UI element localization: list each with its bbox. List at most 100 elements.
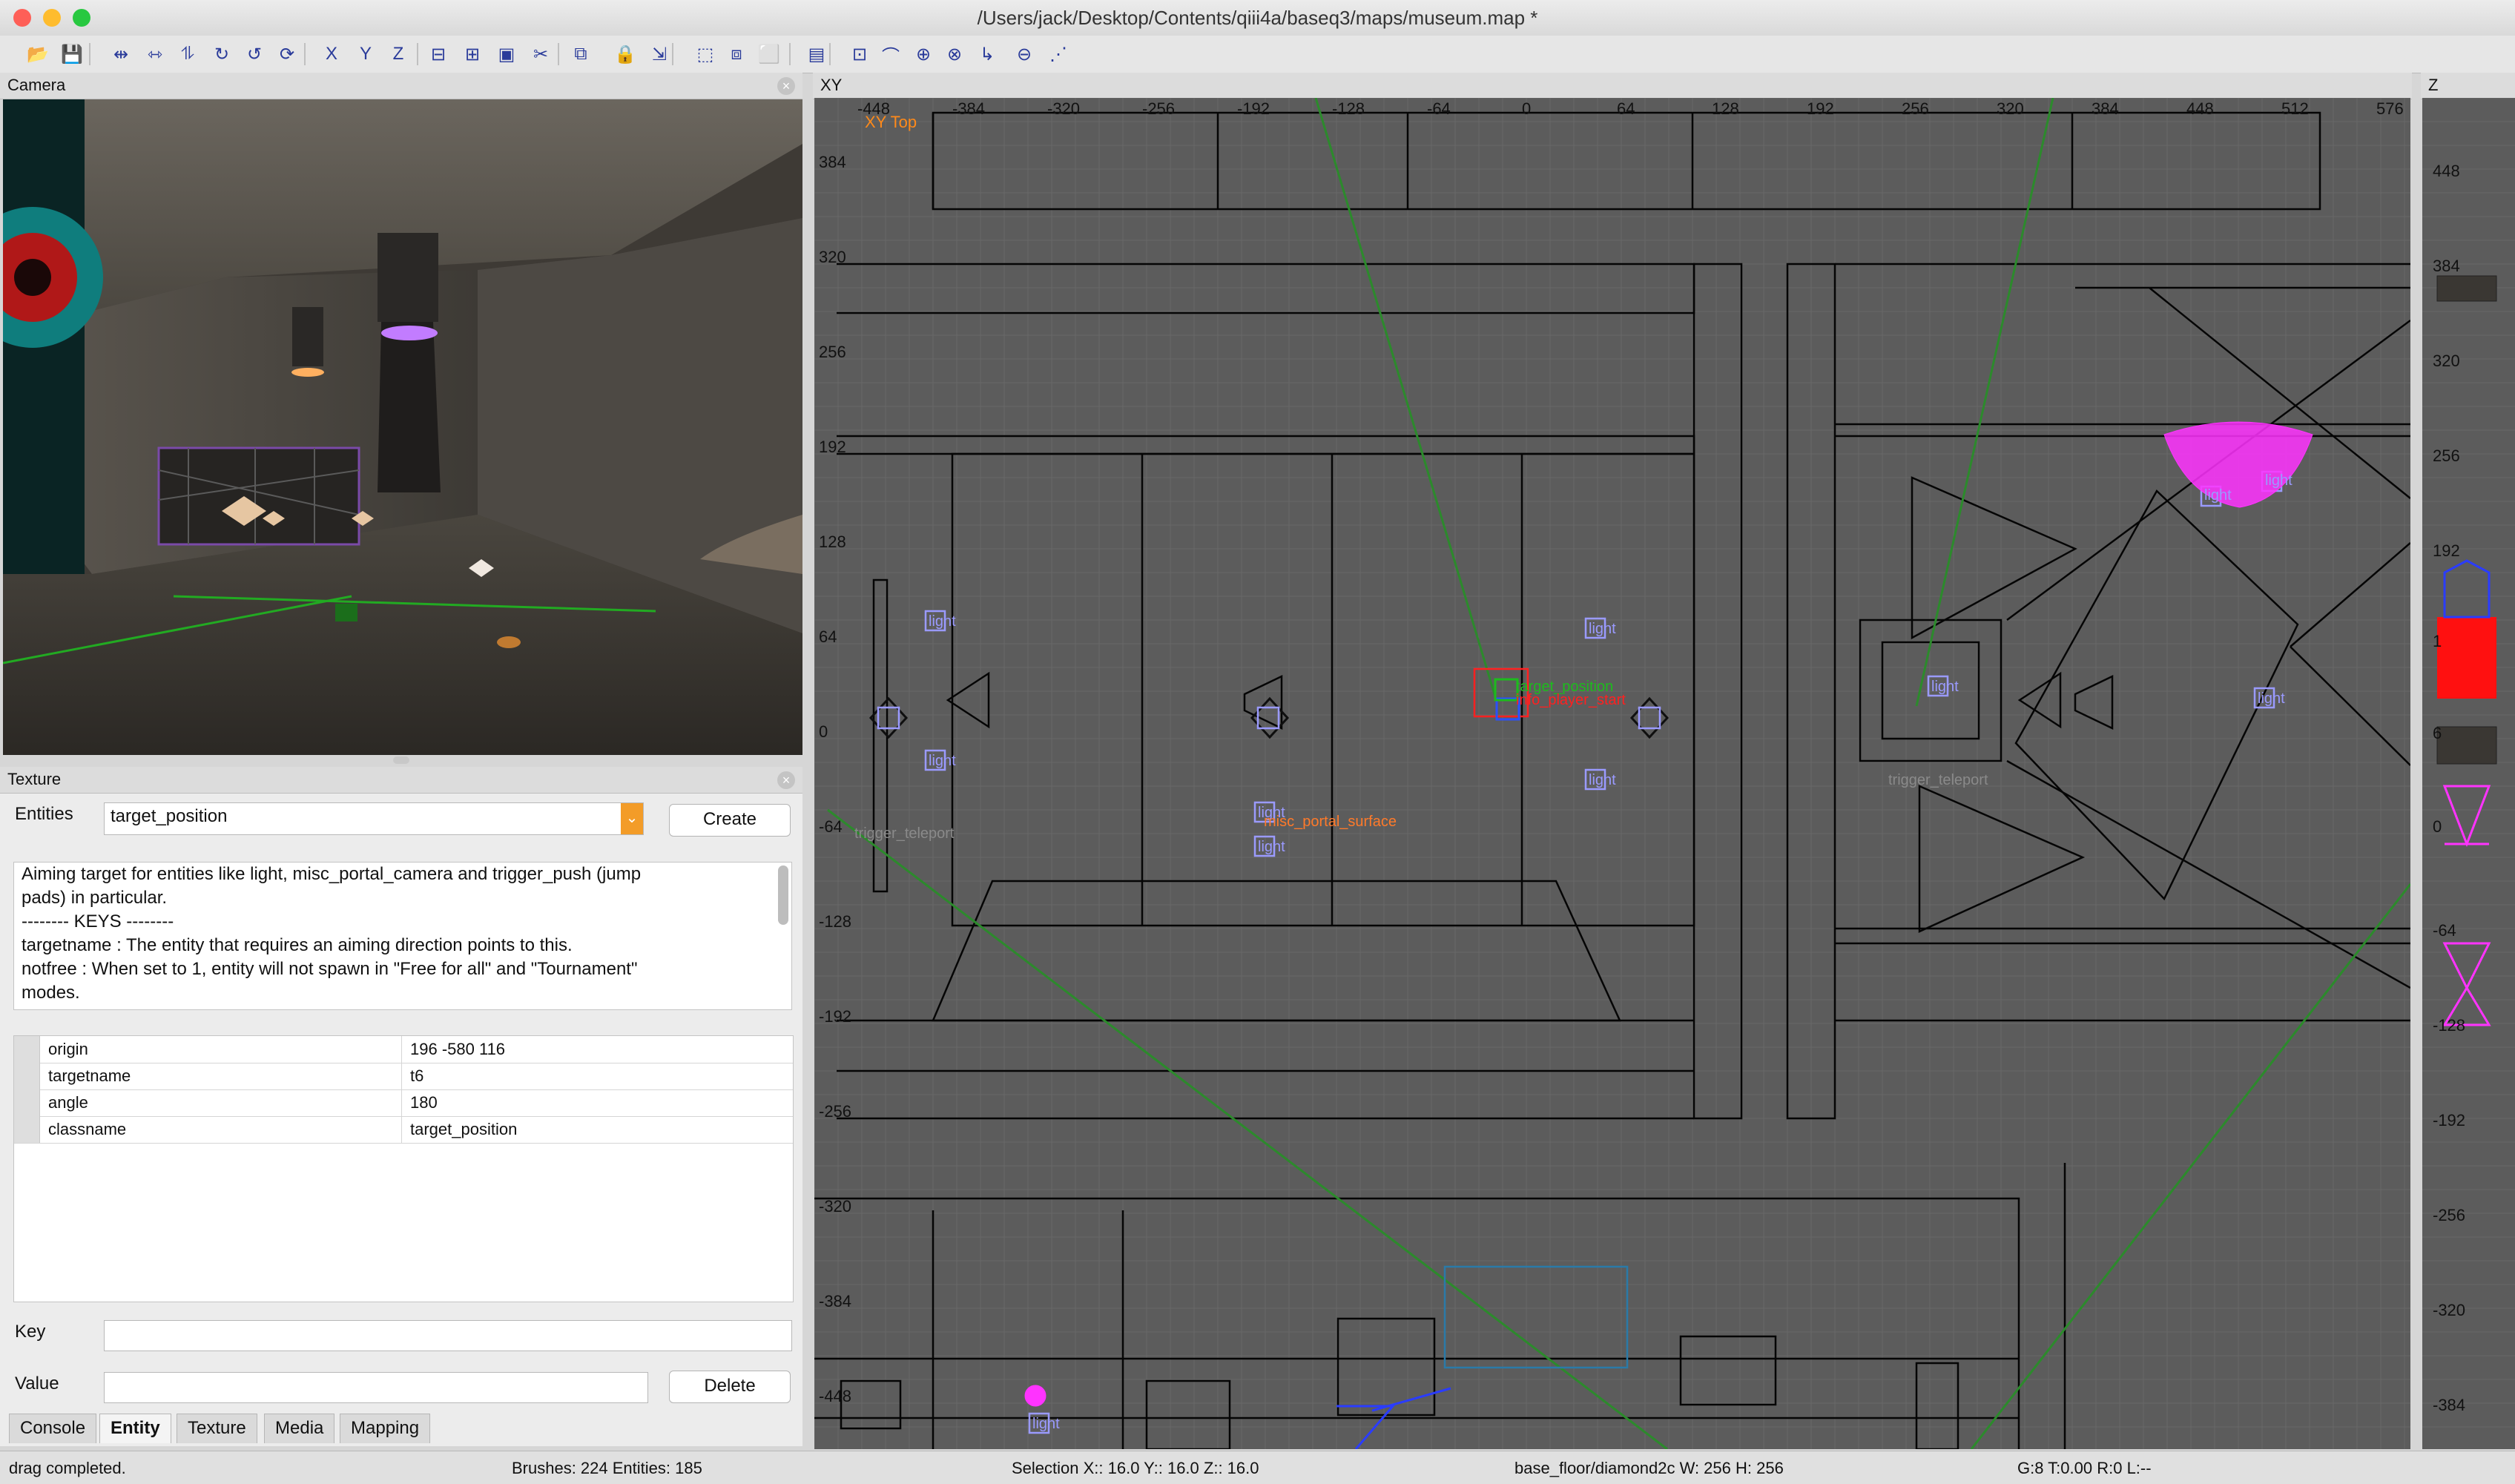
- csg-merge-icon[interactable]: ⊞: [460, 42, 485, 67]
- delete-key-button[interactable]: Delete: [669, 1371, 791, 1403]
- rotate-y-icon[interactable]: ↺: [242, 42, 267, 67]
- z-axis-tick: 6: [2433, 724, 2442, 742]
- x-axis-tick: -128: [1332, 99, 1365, 118]
- csg-subtract-icon[interactable]: ⊟: [426, 42, 451, 67]
- select-touching-icon[interactable]: ⧈: [724, 42, 749, 67]
- z-viewport[interactable]: 448 384 320 256 192 1 6 0 -64 -128 -192 -256 -320 -38…: [2422, 98, 2515, 1449]
- xy-viewport[interactable]: -448 -384 -320 -256 -192 -128 -64 0 64 128 192 256 3…: [814, 98, 2410, 1449]
- tab-media[interactable]: Media: [264, 1414, 335, 1443]
- scale-lock-icon[interactable]: ⇲: [647, 42, 672, 67]
- x-axis-tick: 384: [2092, 99, 2119, 118]
- vertex-mode-icon[interactable]: ⋰: [1046, 42, 1071, 67]
- xy-panel-title: XY: [820, 76, 843, 94]
- z-axis-tick: 384: [2433, 257, 2460, 275]
- tab-entity[interactable]: Entity: [99, 1414, 171, 1443]
- make-hollow-icon[interactable]: ▣: [494, 42, 519, 67]
- x-axis-tick: 64: [1617, 99, 1635, 118]
- table-row[interactable]: classname target_position: [14, 1116, 793, 1144]
- flip-z-icon[interactable]: ⥮: [175, 42, 200, 67]
- entity-label: light: [1258, 839, 1285, 855]
- patch-drill-icon[interactable]: ⊗: [942, 42, 967, 67]
- value-input[interactable]: [104, 1372, 648, 1403]
- show-patch-icon[interactable]: ⊡: [847, 42, 872, 67]
- lock-y-icon[interactable]: Y: [353, 42, 378, 67]
- tab-mapping[interactable]: Mapping: [340, 1414, 431, 1443]
- toolbar-separator: [89, 43, 90, 65]
- chevron-down-icon[interactable]: ⌄: [621, 803, 643, 834]
- lock-z-icon[interactable]: Z: [386, 42, 411, 67]
- camera-toggle-icon[interactable]: ▤: [804, 42, 829, 67]
- table-row[interactable]: targetname t6: [14, 1063, 793, 1090]
- close-camera-icon[interactable]: ×: [777, 77, 795, 95]
- y-axis-tick: -192: [819, 1007, 851, 1026]
- entity-label: trigger_teleport: [854, 825, 955, 842]
- toolbar-separator: [829, 43, 831, 65]
- rotate-x-icon[interactable]: ↻: [209, 42, 234, 67]
- open-icon[interactable]: 📂: [25, 42, 50, 67]
- flip-y-icon[interactable]: ⇿: [142, 42, 168, 67]
- description-line: pads) in particular.: [22, 888, 168, 908]
- entity-label: light: [2204, 487, 2232, 504]
- z-axis-tick: 0: [2433, 817, 2442, 836]
- y-axis-tick: 128: [819, 532, 846, 551]
- patch-weld-icon[interactable]: ⊕: [911, 42, 936, 67]
- lock-x-icon[interactable]: X: [319, 42, 344, 67]
- save-icon[interactable]: 💾: [59, 42, 85, 67]
- description-line: targetname : The entity that requires an…: [22, 935, 573, 955]
- entity-class-select[interactable]: target_position ⌄: [104, 802, 644, 835]
- entity-label: misc_portal_surface: [1264, 814, 1397, 830]
- camera-viewport[interactable]: [3, 99, 802, 755]
- property-key: classname: [48, 1120, 127, 1138]
- entity-label: light: [2258, 690, 2285, 707]
- main-toolbar: 📂 💾 ⇹ ⇿ ⥮ ↻ ↺ ⟳ X Y Z ⊟ ⊞ ▣ ✂ ⧉ 🔒 ⇲ ⬚ ⧈ ⬜ ▤ ⊡ ⌒ ⊕ ⊗ ↳ ⊖ ⋰: [0, 36, 2515, 73]
- z-axis-tick: 192: [2433, 541, 2460, 560]
- select-inside-icon[interactable]: ⬚: [693, 42, 718, 67]
- x-axis-tick: -384: [952, 99, 985, 118]
- z-axis-tick: -64: [2433, 921, 2456, 940]
- z-panel-header: Z: [2421, 73, 2515, 99]
- tab-console[interactable]: Console: [9, 1414, 97, 1443]
- y-axis-tick: 192: [819, 438, 846, 456]
- description-line: Aiming target for entities like light, m…: [22, 864, 642, 884]
- rotate-z-icon[interactable]: ⟳: [274, 42, 300, 67]
- x-axis-tick: 256: [1902, 99, 1929, 118]
- description-line: modes.: [22, 983, 80, 1003]
- entity-description: Aiming target for entities like light, m…: [13, 862, 792, 1010]
- z-axis-tick: -192: [2433, 1111, 2465, 1130]
- y-axis-tick: 256: [819, 343, 846, 361]
- patch-bend-icon[interactable]: ⌒: [878, 42, 903, 67]
- x-axis-tick: -64: [1427, 99, 1451, 118]
- property-value: 180: [410, 1093, 438, 1112]
- key-input[interactable]: [104, 1320, 792, 1351]
- flip-x-icon[interactable]: ⇹: [108, 42, 134, 67]
- select-partial-icon[interactable]: ⬜: [757, 42, 782, 67]
- clipper-icon[interactable]: ✂: [528, 42, 553, 67]
- camera-render: [3, 99, 802, 755]
- z-grid-canvas: 448 384 320 256 192 1 6 0 -64 -128 -192 -256 -320 -38…: [2422, 98, 2515, 1449]
- x-axis-tick: -192: [1237, 99, 1270, 118]
- xy-view-label: XY Top: [865, 113, 917, 131]
- splitter-handle[interactable]: [393, 756, 409, 764]
- entity-label: info_player_start: [1516, 692, 1626, 708]
- create-entity-button[interactable]: Create: [669, 804, 791, 837]
- status-message: drag completed.: [9, 1459, 126, 1477]
- key-label: Key: [15, 1322, 46, 1342]
- patch-delete-icon[interactable]: ⊖: [1012, 42, 1037, 67]
- y-axis-tick: -384: [819, 1292, 851, 1310]
- texture-lock-icon[interactable]: 🔒: [613, 42, 638, 67]
- description-line: -------- KEYS --------: [22, 911, 174, 931]
- table-row[interactable]: angle 180: [14, 1089, 793, 1117]
- property-value: t6: [410, 1066, 424, 1085]
- tab-texture[interactable]: Texture: [177, 1414, 257, 1443]
- status-texture: base_floor/diamond2c W: 256 H: 256: [1514, 1459, 1784, 1477]
- window-title: /Users/jack/Desktop/Contents/qiii4a/base…: [977, 7, 1538, 29]
- y-axis-tick: 320: [819, 248, 846, 266]
- patch-insert-icon[interactable]: ↳: [975, 42, 1000, 67]
- change-view-icon[interactable]: ⧉: [568, 42, 593, 67]
- close-inspector-icon[interactable]: ×: [777, 771, 795, 789]
- description-scrollbar[interactable]: [778, 865, 788, 925]
- z-axis-tick: -384: [2433, 1396, 2465, 1414]
- property-key: angle: [48, 1093, 88, 1112]
- y-axis-tick: 64: [819, 627, 837, 646]
- table-row[interactable]: origin 196 -580 116: [14, 1036, 793, 1063]
